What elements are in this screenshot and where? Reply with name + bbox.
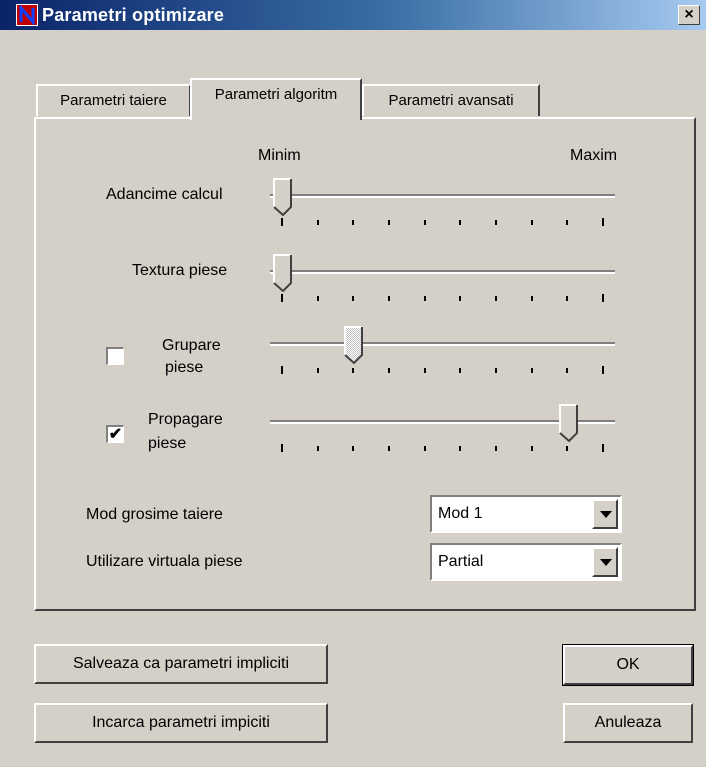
slider-tick — [495, 446, 497, 451]
title-bar: Parametri optimizare × — [0, 0, 706, 30]
load-defaults-button[interactable]: Incarca parametri impiciti — [34, 703, 328, 743]
slider-tick — [530, 296, 533, 301]
close-icon: × — [684, 6, 694, 23]
slider-tick — [352, 220, 355, 225]
slider-tick — [566, 220, 569, 225]
slider-track[interactable] — [270, 194, 615, 198]
grupare-label-line2: piese — [165, 359, 204, 376]
slider-tick — [423, 368, 426, 373]
slider-tick — [459, 446, 462, 451]
slider-tick — [423, 220, 426, 225]
scale-min-label: Minim — [258, 147, 301, 164]
mod-grosime-select[interactable]: Mod 1 — [430, 495, 622, 533]
slider-tick — [459, 368, 462, 373]
slider-label-textura: Textura piese — [132, 262, 228, 279]
propagare-piese-slider[interactable] — [270, 402, 615, 462]
slider-tick — [530, 446, 533, 451]
slider-tick — [316, 368, 319, 373]
slider-tick — [423, 296, 426, 301]
slider-tick — [495, 296, 497, 301]
slider-tick — [316, 446, 319, 451]
slider-label-adancime: Adancime calcul — [106, 186, 223, 203]
n-logo-icon — [16, 4, 38, 26]
propagare-label-line2: piese — [148, 435, 187, 452]
tab-parametri-avansati[interactable]: Parametri avansati — [362, 84, 540, 116]
mod-grosime-label: Mod grosime taiere — [86, 506, 223, 523]
cancel-button[interactable]: Anuleaza — [563, 703, 693, 743]
save-defaults-button[interactable]: Salveaza ca parametri impliciti — [34, 644, 328, 684]
slider-tick — [316, 296, 319, 301]
textura-piese-slider[interactable] — [270, 252, 615, 312]
slider-tick — [566, 368, 569, 373]
adancime-calcul-slider[interactable] — [270, 176, 615, 236]
slider-track[interactable] — [270, 342, 615, 346]
slider-tick — [602, 444, 604, 452]
tab-parametri-taiere[interactable]: Parametri taiere — [36, 84, 191, 116]
slider-thumb[interactable] — [343, 326, 364, 369]
window-title: Parametri optimizare — [42, 5, 225, 25]
utilizare-virtuala-select[interactable]: Partial — [430, 543, 622, 581]
slider-tick — [388, 296, 390, 301]
slider-tick — [316, 220, 319, 225]
slider-tick — [388, 446, 390, 451]
slider-tick — [530, 368, 533, 373]
slider-thumb[interactable] — [558, 404, 579, 447]
slider-tick — [388, 220, 390, 225]
tab-label: Parametri taiere — [60, 92, 167, 109]
propagare-checkbox[interactable]: ✔ — [106, 425, 124, 443]
tab-label: Parametri avansati — [388, 92, 514, 109]
mod-grosime-value: Mod 1 — [438, 505, 483, 522]
checkmark-icon: ✔ — [108, 426, 123, 443]
utilizare-virtuala-label: Utilizare virtuala piese — [86, 553, 243, 570]
slider-thumb[interactable] — [273, 254, 293, 297]
slider-tick — [281, 366, 283, 374]
slider-tick — [459, 220, 462, 225]
tab-parametri-algoritm[interactable]: Parametri algoritm — [190, 78, 362, 120]
ok-button[interactable]: OK — [562, 644, 694, 686]
slider-tick — [388, 368, 390, 373]
utilizare-virtuala-value: Partial — [438, 553, 484, 570]
slider-tick — [352, 296, 355, 301]
chevron-down-icon[interactable] — [592, 547, 618, 577]
slider-tick — [495, 220, 497, 225]
grupare-checkbox[interactable] — [106, 347, 124, 365]
slider-tick — [281, 444, 283, 452]
slider-tick — [566, 296, 569, 301]
slider-thumb[interactable] — [273, 178, 293, 221]
propagare-label-line1: Propagare — [148, 411, 223, 428]
slider-tick — [495, 368, 497, 373]
grupare-label-line1: Grupare — [162, 337, 221, 354]
slider-tick — [530, 220, 533, 225]
slider-tick — [459, 296, 462, 301]
scale-max-label: Maxim — [570, 147, 618, 164]
slider-tick — [602, 294, 604, 302]
slider-track[interactable] — [270, 270, 615, 274]
grupare-piese-slider[interactable] — [270, 324, 615, 384]
slider-tick — [352, 446, 355, 451]
slider-tick — [423, 446, 426, 451]
chevron-down-icon[interactable] — [592, 499, 618, 529]
tab-label: Parametri algoritm — [214, 86, 338, 103]
slider-tick — [602, 218, 604, 226]
close-button[interactable]: × — [678, 5, 700, 25]
slider-tick — [602, 366, 604, 374]
